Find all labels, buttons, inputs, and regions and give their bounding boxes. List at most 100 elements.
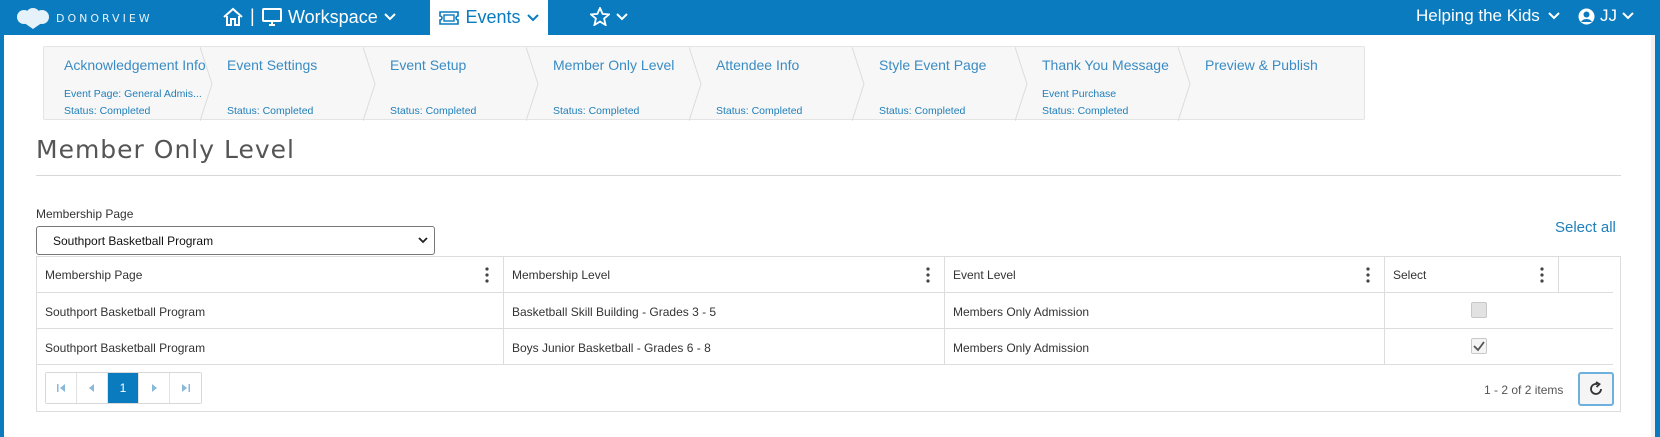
- wizard-steps: Acknowledgement Info Event Page: General…: [43, 46, 1365, 121]
- home-icon[interactable]: [222, 7, 244, 27]
- refresh-button[interactable]: [1578, 372, 1614, 406]
- title-divider: [36, 175, 1621, 176]
- step-thank-you-message[interactable]: Thank You Message Event Purchase Status:…: [1022, 47, 1185, 121]
- column-menu-icon[interactable]: [485, 267, 489, 283]
- cell-text: Members Only Admission: [953, 305, 1090, 319]
- step-event-settings[interactable]: Event Settings Status: Completed: [207, 47, 370, 121]
- membership-page-label: Membership Page: [36, 207, 134, 221]
- column-header-membership-level[interactable]: Membership Level: [504, 257, 945, 293]
- chevron-down-icon: [1548, 12, 1560, 20]
- cell-event-level: Members Only Admission: [945, 329, 1385, 365]
- ticket-icon: [439, 10, 460, 25]
- cell-text: Basketball Skill Building - Grades 3 - 5: [512, 305, 717, 319]
- column-menu-icon[interactable]: [1366, 267, 1370, 283]
- next-page-icon: [152, 384, 157, 392]
- events-label: Events: [465, 7, 521, 27]
- step-subtitle: Event Purchase: [1042, 88, 1117, 100]
- step-status: Status: Completed: [879, 105, 966, 117]
- column-header-label: Event Level: [953, 268, 1016, 282]
- step-title: Acknowledgement Info: [64, 57, 206, 73]
- table-row[interactable]: Southport Basketball Program Boys Junior…: [37, 329, 1613, 365]
- user-menu[interactable]: JJ: [1578, 6, 1634, 26]
- chevron-down-icon: [383, 13, 396, 21]
- chevron-down-icon: [616, 12, 628, 20]
- first-page-icon: [57, 384, 65, 392]
- step-title: Member Only Level: [553, 57, 675, 73]
- cell-text: Southport Basketball Program: [45, 341, 206, 355]
- member-level-grid: Membership Page Membership Level Event L…: [36, 256, 1621, 412]
- step-status: Status: Completed: [1042, 105, 1129, 117]
- step-status: Status: Completed: [227, 105, 314, 117]
- membership-page-select[interactable]: Southport Basketball Program: [36, 226, 435, 255]
- last-page-button[interactable]: [170, 373, 201, 403]
- checkmark-icon: [1473, 341, 1485, 352]
- membership-page-selected-value: Southport Basketball Program: [53, 233, 214, 248]
- organization-menu[interactable]: Helping the Kids: [1416, 6, 1560, 26]
- cell-membership-page: Southport Basketball Program: [37, 329, 504, 365]
- step-title: Attendee Info: [716, 57, 800, 73]
- page-number-button[interactable]: 1: [108, 373, 139, 403]
- previous-page-button[interactable]: [77, 373, 108, 403]
- column-menu-icon[interactable]: [926, 267, 930, 283]
- scrollbar-gutter: [1651, 35, 1655, 437]
- user-initials: JJ: [1600, 6, 1617, 25]
- organization-label: Helping the Kids: [1416, 6, 1540, 25]
- step-status: Status: Completed: [553, 105, 640, 117]
- previous-page-icon: [89, 384, 94, 392]
- favorites-menu[interactable]: [590, 7, 628, 26]
- step-attendee-info[interactable]: Attendee Info Status: Completed: [696, 47, 859, 121]
- row-select-checkbox[interactable]: [1471, 302, 1487, 318]
- step-member-only-level[interactable]: Member Only Level Status: Completed: [533, 47, 696, 121]
- step-title: Preview & Publish: [1205, 57, 1318, 73]
- cell-text: Southport Basketball Program: [45, 305, 206, 319]
- nav-separator: |: [250, 6, 255, 26]
- cell-select: [1385, 329, 1559, 365]
- cell-membership-level: Basketball Skill Building - Grades 3 - 5: [504, 293, 945, 329]
- donorview-logo[interactable]: DONORVIEW: [16, 7, 153, 29]
- table-row[interactable]: Southport Basketball Program Basketball …: [37, 293, 1613, 329]
- next-page-button[interactable]: [139, 373, 170, 403]
- user-circle-icon: [1578, 8, 1595, 24]
- pager-info: 1 - 2 of 2 items: [1484, 383, 1564, 397]
- events-menu[interactable]: Events: [430, 0, 548, 35]
- step-status: Status: Completed: [64, 105, 151, 117]
- pagination: 1: [45, 372, 202, 404]
- top-navigation-bar: DONORVIEW | Workspace Events Helping the…: [0, 0, 1660, 35]
- step-event-setup[interactable]: Event Setup Status: Completed: [370, 47, 533, 121]
- column-header-select[interactable]: Select: [1385, 257, 1559, 293]
- chevron-down-icon: [418, 237, 428, 244]
- brand-name: DONORVIEW: [56, 11, 153, 25]
- step-status: Status: Completed: [716, 105, 803, 117]
- step-style-event-page[interactable]: Style Event Page Status: Completed: [859, 47, 1022, 121]
- workspace-menu[interactable]: Workspace: [262, 5, 396, 29]
- chevron-down-icon: [526, 13, 539, 21]
- step-status: Status: Completed: [390, 105, 477, 117]
- grid-header: Membership Page Membership Level Event L…: [37, 257, 1613, 293]
- step-acknowledgement-info[interactable]: Acknowledgement Info Event Page: General…: [44, 47, 207, 121]
- select-all-link[interactable]: Select all: [1555, 219, 1616, 236]
- column-header-label: Membership Page: [45, 268, 143, 282]
- workspace-label: Workspace: [288, 6, 378, 27]
- step-title: Event Setup: [390, 57, 467, 73]
- first-page-button[interactable]: [46, 373, 77, 403]
- cell-text: Boys Junior Basketball - Grades 6 - 8: [512, 341, 711, 355]
- left-frame-edge: [0, 35, 4, 437]
- cell-membership-page: Southport Basketball Program: [37, 293, 504, 329]
- column-header-event-level[interactable]: Event Level: [945, 257, 1385, 293]
- refresh-icon: [1590, 381, 1602, 395]
- column-menu-icon[interactable]: [1540, 267, 1544, 283]
- logo-mark-icon: [17, 8, 49, 29]
- step-subtitle: Event Page: General Admis...: [64, 88, 202, 100]
- star-icon: [590, 7, 610, 26]
- step-title: Style Event Page: [879, 57, 987, 73]
- cell-event-level: Members Only Admission: [945, 293, 1385, 329]
- step-preview-publish[interactable]: Preview & Publish: [1185, 47, 1365, 121]
- row-select-checkbox[interactable]: [1471, 338, 1487, 354]
- cell-select: [1385, 293, 1559, 329]
- page-title: Member Only Level: [36, 135, 295, 164]
- chevron-down-icon: [1622, 12, 1634, 20]
- cell-membership-level: Boys Junior Basketball - Grades 6 - 8: [504, 329, 945, 365]
- last-page-icon: [181, 384, 190, 392]
- step-title: Event Settings: [227, 57, 318, 73]
- column-header-membership-page[interactable]: Membership Page: [37, 257, 504, 293]
